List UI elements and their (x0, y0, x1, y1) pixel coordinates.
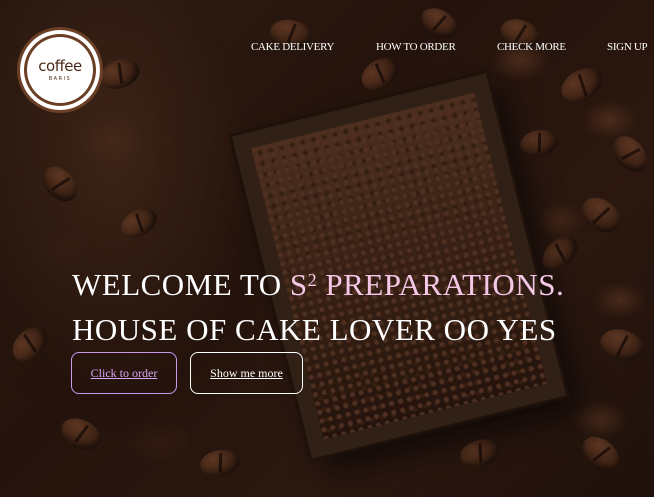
nav-link-how-to-order[interactable]: HOW TO ORDER (376, 41, 456, 53)
logo-subtext: BARIS (48, 75, 72, 82)
brand-rest: PREPARATIONS. (317, 267, 565, 302)
brand-logo[interactable]: coffee BARIS (17, 27, 103, 113)
nav-link-cake-delivery[interactable]: CAKE DELIVERY (251, 41, 334, 53)
top-nav: CAKE DELIVERY HOW TO ORDER CHECK MORE SI… (0, 41, 654, 55)
nav-link-check-more[interactable]: CHECK MORE (497, 41, 566, 53)
brand-name: S2 PREPARATIONS. (290, 267, 564, 302)
show-me-more-button[interactable]: Show me more (190, 352, 303, 394)
hero-headline: WELCOME TO S2 PREPARATIONS. HOUSE OF CAK… (72, 262, 564, 352)
nav-link-sign-up[interactable]: SIGN UP (607, 41, 648, 53)
brand-superscript: 2 (307, 270, 318, 290)
headline-line-2: HOUSE OF CAKE LOVER OO YES (72, 312, 557, 347)
headline-line-1: WELCOME TO S2 PREPARATIONS. (72, 262, 564, 307)
brand-letter: S (289, 267, 308, 302)
welcome-text: WELCOME TO (72, 267, 290, 302)
click-to-order-button[interactable]: Click to order (71, 352, 177, 394)
logo-wordmark: coffee (38, 56, 82, 75)
